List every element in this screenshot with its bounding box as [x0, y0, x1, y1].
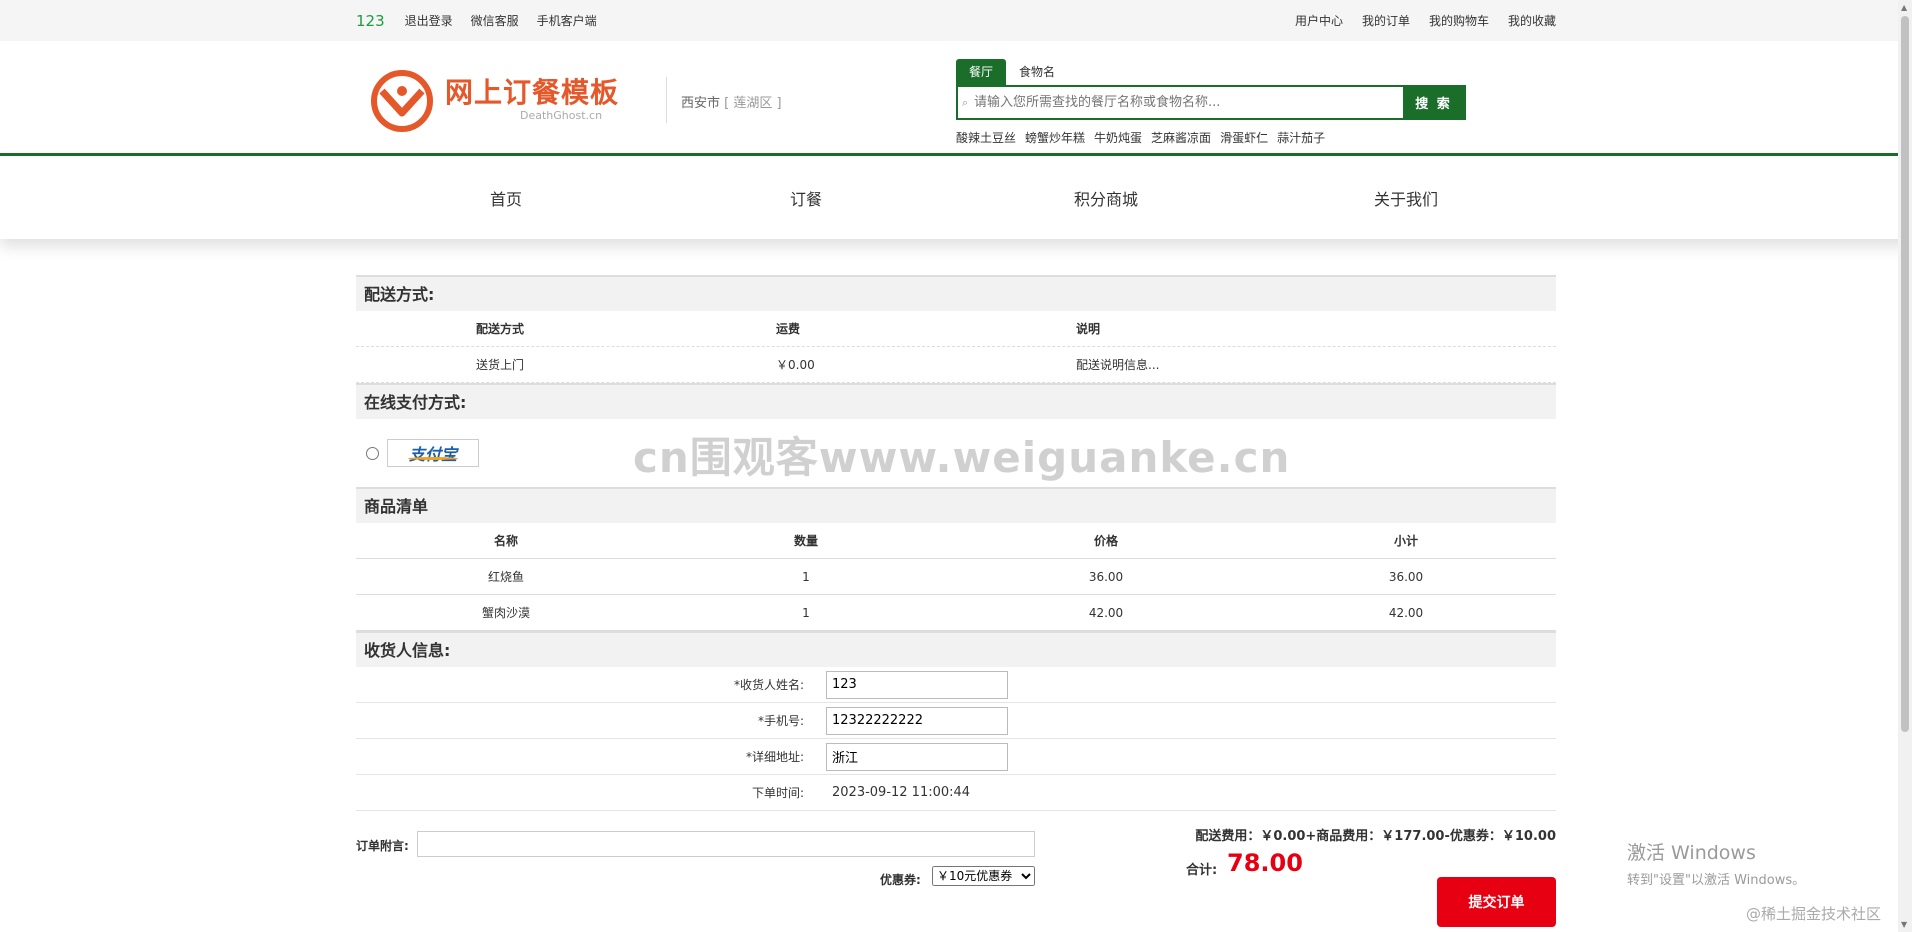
hot-keywords: 酸辣土豆丝 螃蟹炒年糕 牛奶炖蛋 芝麻酱凉面 滑蛋虾仁 蒜汁茄子	[956, 129, 1466, 146]
delivery-header-row: 配送方式 运费 说明	[356, 311, 1556, 347]
goods-header-row: 名称 数量 价格 小计	[356, 523, 1556, 559]
receiver-name-input[interactable]	[826, 670, 1008, 699]
tab-food[interactable]: 食物名	[1006, 59, 1068, 85]
logo-text: 网上订餐模板	[445, 76, 620, 109]
goods-title: 商品清单	[356, 487, 1556, 523]
hot-keyword[interactable]: 蒜汁茄子	[1277, 129, 1325, 146]
col-header: 数量	[793, 534, 818, 548]
activate-subtitle: 转到"设置"以激活 Windows。	[1627, 873, 1806, 888]
scroll-down-icon[interactable]: ▼	[1901, 920, 1907, 929]
note-label: 订单附言:	[356, 839, 409, 853]
address-label: *详细地址:	[745, 750, 804, 764]
hot-keyword[interactable]: 滑蛋虾仁	[1220, 129, 1268, 146]
checkout-main: 配送方式: 配送方式 运费 说明 送货上门 ￥0.00 配送说明信息... 在线…	[356, 275, 1556, 932]
nav-home[interactable]: 首页	[356, 186, 656, 210]
payment-options: 支付宝	[356, 419, 1556, 487]
item-price: 42.00	[1088, 605, 1124, 620]
search-panel: 餐厅 食物名 ⌕ 搜 索 酸辣土豆丝 螃蟹炒年糕 牛奶炖蛋 芝麻酱凉面 滑蛋虾仁…	[956, 59, 1466, 146]
mobile-client-link[interactable]: 手机客户端	[537, 12, 597, 29]
col-header: 名称	[493, 534, 518, 548]
item-name: 红烧鱼	[487, 570, 524, 584]
delivery-method: 送货上门	[476, 358, 525, 372]
scrollbar[interactable]: ▲ ▼	[1898, 0, 1912, 932]
coupon-select[interactable]: ￥10元优惠券	[932, 866, 1035, 886]
header: 网上订餐模板 DeathGhost.cn 西安市 [ 莲湖区 ] 餐厅 食物名 …	[0, 41, 1912, 156]
alipay-logo[interactable]: 支付宝	[387, 439, 479, 467]
main-nav: 首页 订餐 积分商城 关于我们	[0, 156, 1912, 239]
my-favorites-link[interactable]: 我的收藏	[1508, 12, 1556, 29]
col-header: 价格	[1093, 534, 1118, 548]
delivery-row[interactable]: 送货上门 ￥0.00 配送说明信息...	[356, 347, 1556, 383]
scrollbar-thumb[interactable]	[1901, 16, 1909, 732]
item-name: 蟹肉沙漠	[481, 606, 530, 620]
search-button[interactable]: 搜 索	[1403, 87, 1464, 118]
order-summary: 订单附言: 优惠券: ￥10元优惠券 配送费用：￥0.00+商品费用：￥177.…	[356, 811, 1556, 932]
search-icon: ⌕	[962, 96, 969, 109]
my-orders-link[interactable]: 我的订单	[1362, 12, 1410, 29]
top-bar: 123 退出登录 微信客服 手机客户端 用户中心 我的订单 我的购物车 我的收藏	[0, 0, 1912, 41]
receiver-name-label: *收货人姓名:	[733, 678, 804, 692]
city-name: 西安市	[681, 96, 721, 111]
col-header: 小计	[1393, 534, 1418, 548]
coupon-label: 优惠券:	[880, 873, 921, 887]
submit-order-button[interactable]: 提交订单	[1437, 877, 1556, 927]
nav-points-mall[interactable]: 积分商城	[956, 186, 1256, 210]
col-header: 配送方式	[476, 322, 525, 336]
hot-keyword[interactable]: 牛奶炖蛋	[1094, 129, 1142, 146]
nav-about[interactable]: 关于我们	[1256, 186, 1556, 210]
item-qty: 1	[802, 569, 810, 584]
table-row: 蟹肉沙漠 1 42.00 42.00	[356, 595, 1556, 631]
city-selector[interactable]: 西安市 [ 莲湖区 ]	[681, 92, 782, 111]
district-name: [ 莲湖区 ]	[724, 96, 782, 111]
nav-order[interactable]: 订餐	[656, 186, 956, 210]
credit-text: @稀土掘金技术社区	[1746, 905, 1882, 923]
divider	[666, 77, 667, 123]
hot-keyword[interactable]: 螃蟹炒年糕	[1025, 129, 1085, 146]
receiver-title: 收货人信息:	[356, 631, 1556, 667]
note-input[interactable]	[417, 831, 1035, 857]
windows-activation-notice: 激活 Windows 转到"设置"以激活 Windows。	[1627, 838, 1805, 888]
col-header: 运费	[776, 322, 801, 336]
hot-keyword[interactable]: 酸辣土豆丝	[956, 129, 1016, 146]
fee-breakdown: 配送费用：￥0.00+商品费用：￥177.00-优惠券：￥10.00	[1195, 829, 1556, 844]
table-row: 红烧鱼 1 36.00 36.00	[356, 559, 1556, 595]
tab-restaurant[interactable]: 餐厅	[956, 59, 1007, 85]
item-price: 36.00	[1088, 569, 1124, 584]
username[interactable]: 123	[356, 12, 385, 30]
hot-keyword[interactable]: 芝麻酱凉面	[1151, 129, 1211, 146]
phone-row: *手机号:	[356, 703, 1556, 739]
alipay-radio[interactable]	[366, 446, 379, 460]
item-subtotal: 42.00	[1388, 605, 1424, 620]
user-center-link[interactable]: 用户中心	[1295, 12, 1343, 29]
receiver-name-row: *收货人姓名:	[356, 667, 1556, 703]
delivery-fee: ￥0.00	[776, 358, 815, 372]
address-input[interactable]	[826, 742, 1008, 771]
address-row: *详细地址:	[356, 739, 1556, 775]
delivery-title: 配送方式:	[356, 275, 1556, 311]
logout-link[interactable]: 退出登录	[405, 12, 453, 29]
logo-icon	[371, 70, 433, 132]
total-label: 合计:	[1186, 863, 1218, 878]
search-input[interactable]	[958, 87, 1403, 118]
order-time-value: 2023-09-12 11:00:44	[832, 785, 971, 800]
order-time-label: 下单时间:	[751, 786, 804, 800]
col-header: 说明	[1076, 322, 1101, 336]
site-logo[interactable]: 网上订餐模板 DeathGhost.cn	[370, 67, 640, 132]
item-qty: 1	[802, 605, 810, 620]
payment-title: 在线支付方式:	[356, 383, 1556, 419]
order-time-row: 下单时间: 2023-09-12 11:00:44	[356, 775, 1556, 811]
phone-label: *手机号:	[757, 714, 804, 728]
total-value: 78.00	[1227, 849, 1303, 877]
wechat-service-link[interactable]: 微信客服	[471, 12, 519, 29]
phone-input[interactable]	[826, 706, 1008, 735]
logo-subtitle: DeathGhost.cn	[520, 109, 603, 122]
delivery-note: 配送说明信息...	[1076, 358, 1160, 372]
scroll-up-icon[interactable]: ▲	[1901, 3, 1907, 12]
item-subtotal: 36.00	[1388, 569, 1424, 584]
my-cart-link[interactable]: 我的购物车	[1429, 12, 1489, 29]
activate-title: 激活 Windows	[1627, 842, 1756, 864]
